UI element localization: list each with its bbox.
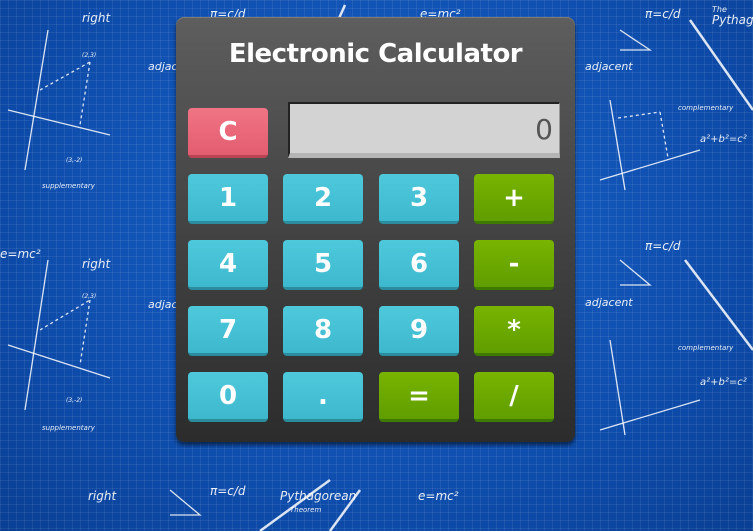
bg-point-a: (2,3) [82, 52, 96, 59]
bg-pi-2: π=c/d [645, 239, 681, 253]
graph-doodle-right [599, 99, 701, 436]
digit-6-button[interactable]: 6 [379, 240, 459, 290]
calculator-title: Electronic Calculator [228, 39, 523, 69]
graph-doodle-mid-left [7, 259, 111, 411]
bg-abc-2: a²+b²=c² [700, 377, 747, 388]
digit-0-button[interactable]: 0 [188, 372, 268, 422]
multiply-button[interactable]: * [474, 306, 554, 356]
bg-label-adjacent-4: adjacent [585, 296, 633, 309]
bg-pi: π=c/d [645, 7, 681, 21]
divide-button[interactable]: / [474, 372, 554, 422]
bg-label-complementary: complementary [678, 104, 734, 112]
bg-label-supplementary: supplementary [42, 182, 96, 190]
digit-5-button[interactable]: 5 [283, 240, 363, 290]
bg-einstein-2: e=mc² [418, 489, 459, 503]
bg-point-a-2: (2,3) [82, 293, 96, 300]
bg-label-right-3: right [88, 489, 117, 503]
bg-label-adjacent-3: adjacent [585, 60, 633, 73]
digit-9-button[interactable]: 9 [379, 306, 459, 356]
calculator-display: 0 [288, 102, 560, 158]
clear-button[interactable]: C [188, 108, 268, 158]
minus-button[interactable]: - [474, 240, 554, 290]
digit-1-button[interactable]: 1 [188, 174, 268, 224]
bg-pi-4: π=c/d [210, 484, 246, 498]
digit-8-button[interactable]: 8 [283, 306, 363, 356]
bg-label-right: right [82, 11, 111, 25]
bg-pythagorean-main-2: Pythagorean [280, 489, 356, 503]
plus-button[interactable]: + [474, 174, 554, 224]
bg-abc: a²+b²=c² [700, 134, 747, 145]
bg-point-b-2: (3,-2) [66, 397, 82, 404]
bg-label-complementary-2: complementary [678, 344, 734, 352]
graph-doodle-top-left [7, 29, 111, 171]
bg-pythagorean-theorem: Theorem [290, 506, 321, 514]
bg-label-supplementary-2: supplementary [42, 424, 96, 432]
bg-einstein-3: e=mc² [0, 247, 41, 261]
bg-pythagorean-main: Pythagorean [712, 13, 753, 27]
bg-point-b: (3,-2) [66, 157, 82, 164]
calculator: Electronic Calculator C 0 1 2 3 + 4 5 6 … [176, 17, 575, 442]
digit-7-button[interactable]: 7 [188, 306, 268, 356]
digit-2-button[interactable]: 2 [283, 174, 363, 224]
bg-label-right-2: right [82, 257, 111, 271]
digit-4-button[interactable]: 4 [188, 240, 268, 290]
digit-3-button[interactable]: 3 [379, 174, 459, 224]
equals-button[interactable]: = [379, 372, 459, 422]
decimal-button[interactable]: . [283, 372, 363, 422]
